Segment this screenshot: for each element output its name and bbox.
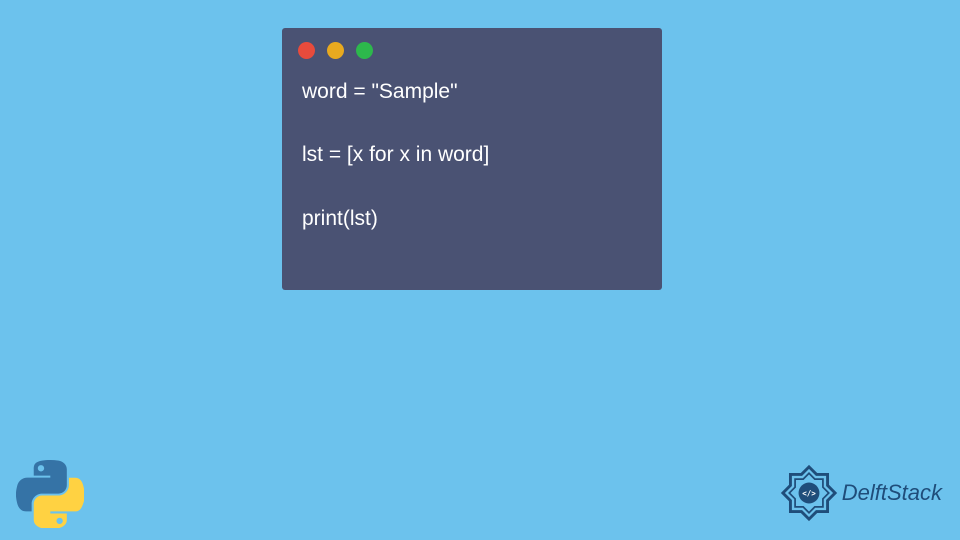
- svg-text:</>: </>: [802, 489, 816, 498]
- code-line-1: word = "Sample": [302, 77, 642, 106]
- code-content: word = "Sample" lst = [x for x in word] …: [282, 69, 662, 251]
- window-traffic-lights: [282, 28, 662, 69]
- close-dot-icon: [298, 42, 315, 59]
- minimize-dot-icon: [327, 42, 344, 59]
- code-line-2: lst = [x for x in word]: [302, 140, 642, 169]
- code-window: word = "Sample" lst = [x for x in word] …: [282, 28, 662, 290]
- code-line-3: print(lst): [302, 204, 642, 233]
- maximize-dot-icon: [356, 42, 373, 59]
- delftstack-badge-icon: </>: [780, 464, 838, 522]
- python-logo-icon: [16, 460, 84, 528]
- delftstack-brand-text: DelftStack: [842, 480, 942, 506]
- delftstack-logo: </> DelftStack: [780, 464, 942, 522]
